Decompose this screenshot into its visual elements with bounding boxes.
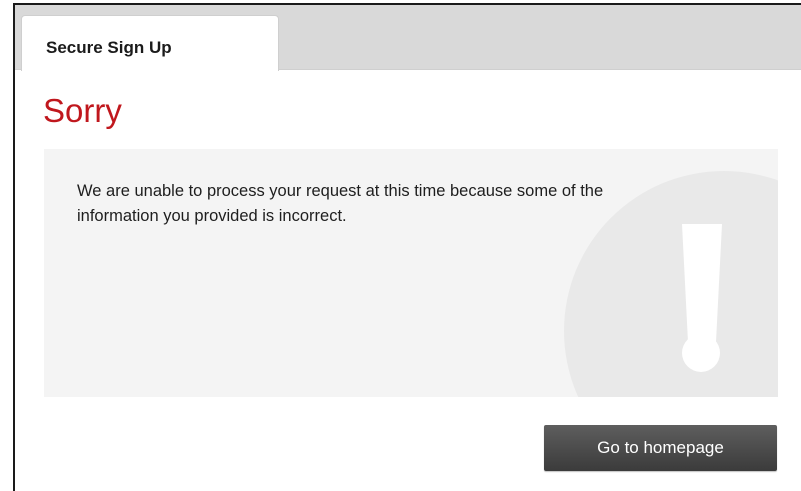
signup-frame: Secure Sign Up Sorry We are unable to pr…: [13, 3, 801, 491]
tab-secure-sign-up[interactable]: Secure Sign Up: [21, 15, 279, 71]
exclamation-bar: [682, 224, 722, 342]
tab-bar: Secure Sign Up: [15, 5, 801, 71]
go-to-homepage-button[interactable]: Go to homepage: [544, 425, 777, 471]
tab-label: Secure Sign Up: [46, 38, 172, 57]
page-title: Sorry: [43, 92, 122, 129]
error-panel: We are unable to process your request at…: [44, 149, 778, 397]
error-message: We are unable to process your request at…: [77, 182, 604, 225]
exclamation-dot: [682, 334, 720, 372]
